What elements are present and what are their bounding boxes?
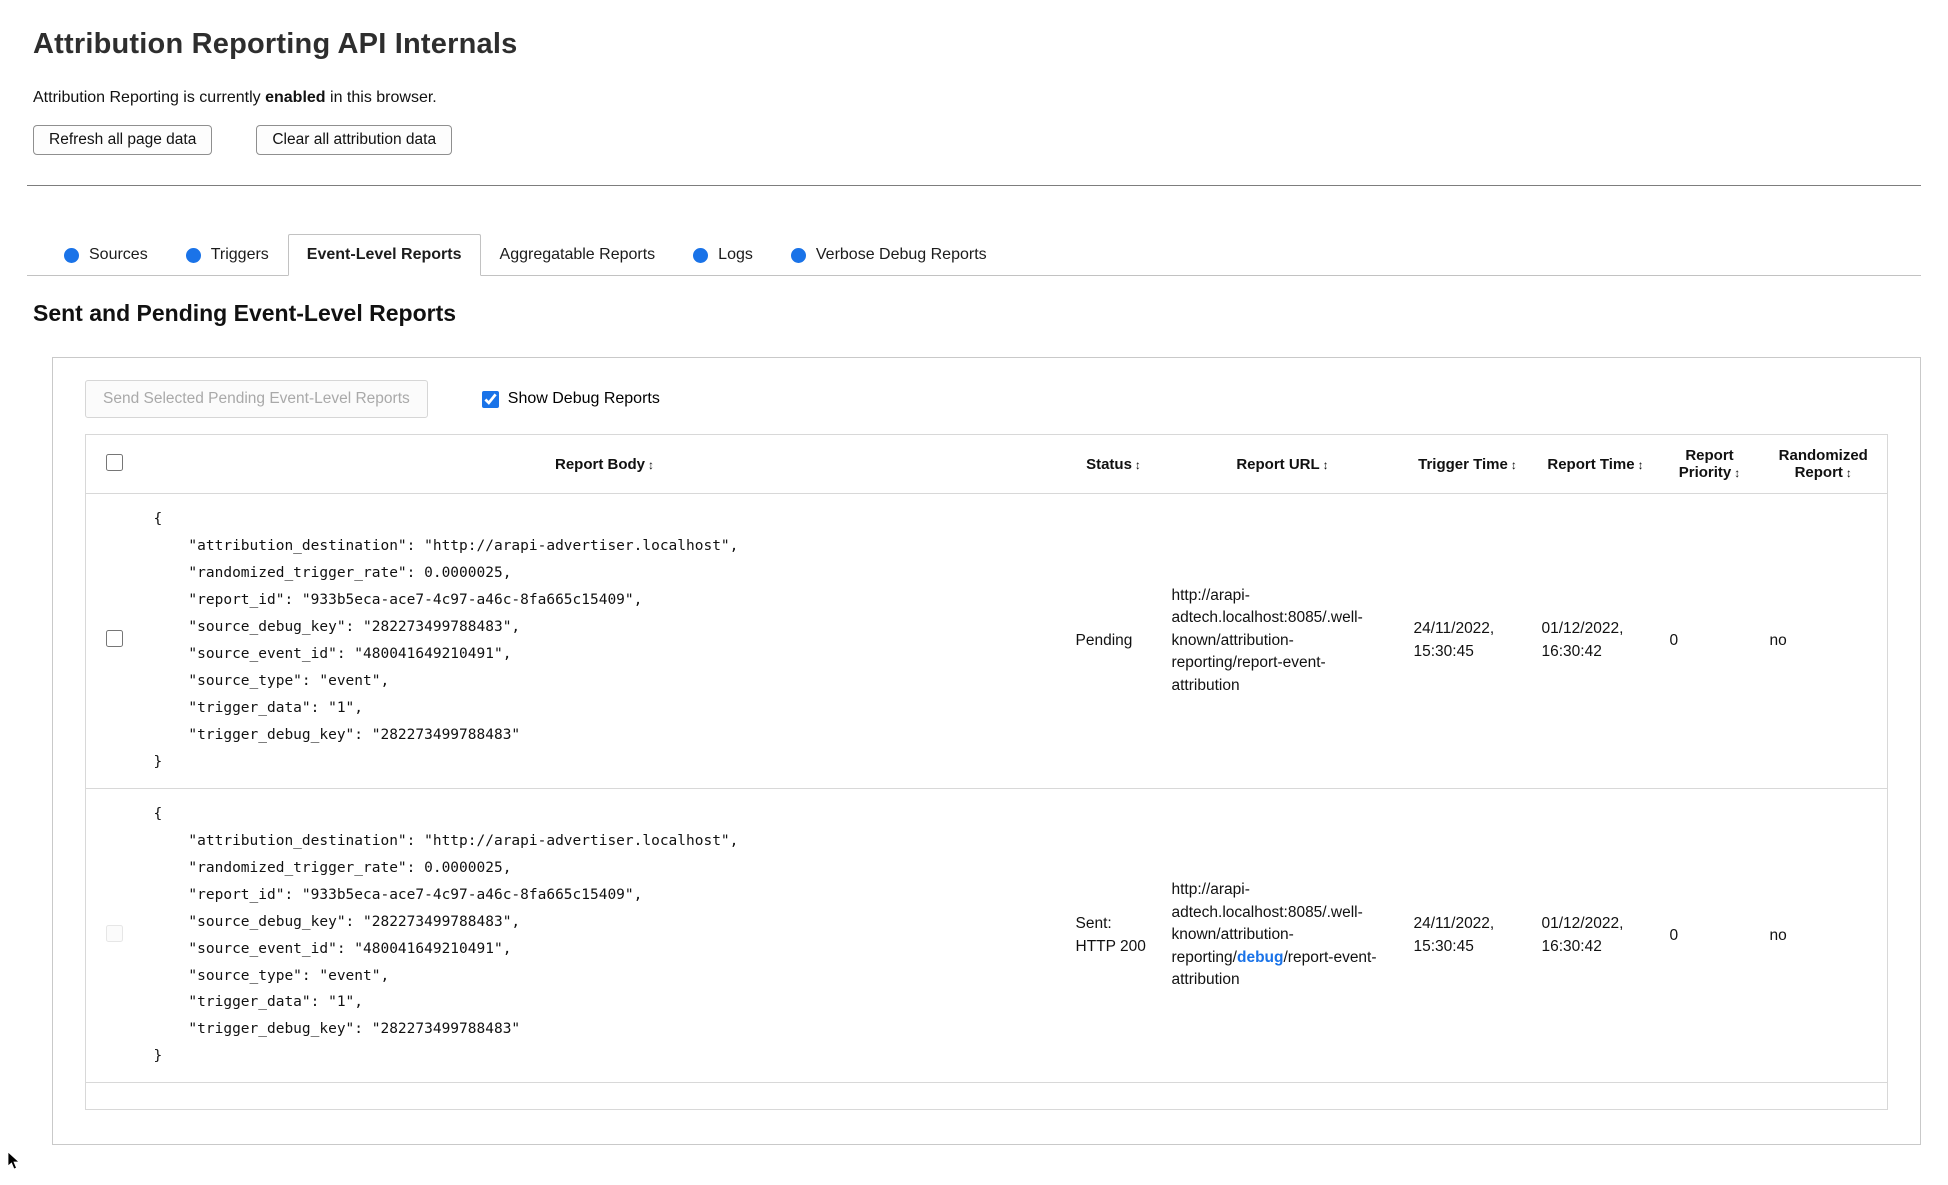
report-priority: 0 — [1659, 493, 1760, 789]
trigger-time: 24/11/2022, 15:30:45 — [1403, 493, 1532, 789]
sort-icon: ↕ — [1322, 457, 1329, 472]
report-body-cell: { "attribution_destination": "http://ara… — [143, 493, 1066, 789]
report-body-cell: { "attribution_destination": "http://ara… — [143, 788, 1066, 1084]
tab-event-level-reports[interactable]: Event-Level Reports — [287, 234, 481, 276]
report-priority: 0 — [1659, 788, 1760, 1084]
report-status: Pending — [1065, 493, 1162, 789]
status-prefix: Attribution Reporting is currently — [33, 89, 266, 106]
report-body-json: { "attribution_destination": "http://ara… — [153, 511, 739, 770]
report-url: http://arapi-adtech.localhost:8085/.well… — [1161, 493, 1404, 789]
col-header-report-body[interactable]: Report Body ↕ — [143, 434, 1066, 494]
attribution-internals-page: Attribution Reporting API Internals Attr… — [0, 0, 1948, 1185]
data-dot-icon — [185, 247, 201, 263]
data-dot-icon — [693, 247, 709, 263]
sort-icon: ↕ — [1637, 457, 1644, 472]
report-body-json: { "attribution_destination": "http://ara… — [153, 805, 739, 1065]
send-selected-button[interactable]: Send Selected Pending Event-Level Report… — [85, 380, 428, 418]
status-enabled-text: enabled — [265, 89, 326, 106]
select-all-header — [85, 434, 144, 494]
status-suffix: in this browser. — [325, 89, 437, 106]
col-header-randomized-report[interactable]: Randomized Report ↕ — [1759, 434, 1888, 494]
report-time: 01/12/2022, 16:30:42 — [1531, 493, 1660, 789]
show-debug-toggle[interactable]: Show Debug Reports — [481, 390, 660, 408]
tab-verbose-debug-reports[interactable]: Verbose Debug Reports — [772, 234, 1006, 276]
panel-toolbar: Send Selected Pending Event-Level Report… — [85, 380, 1888, 418]
randomized-report: no — [1759, 493, 1888, 789]
randomized-report: no — [1759, 788, 1888, 1084]
tab-logs[interactable]: Logs — [674, 234, 772, 276]
sort-icon: ↕ — [1734, 466, 1741, 480]
tab-label: Event-Level Reports — [306, 246, 462, 263]
col-header-report-url[interactable]: Report URL ↕ — [1161, 434, 1404, 494]
trigger-time: 24/11/2022, 15:30:45 — [1403, 788, 1532, 1084]
tab-label: Verbose Debug Reports — [815, 246, 987, 263]
attribution-status-text: Attribution Reporting is currently enabl… — [33, 89, 1921, 107]
reports-table: Report Body ↕ Status ↕ Report URL ↕ Trigger… — [85, 434, 1888, 1111]
page-toolbar: Refresh all page data Clear all attribut… — [33, 125, 1921, 155]
tab-triggers[interactable]: Triggers — [167, 234, 288, 276]
report-url: http://arapi-adtech.localhost:8085/.well… — [1161, 788, 1404, 1084]
data-dot-icon — [64, 247, 79, 263]
url-debug-highlight: debug — [1236, 948, 1284, 966]
tab-label: Logs — [718, 246, 753, 263]
row-checkbox-disabled — [106, 924, 124, 942]
section-heading: Sent and Pending Event-Level Reports — [33, 300, 457, 326]
report-status: Sent: HTTP 200 — [1065, 788, 1162, 1084]
sort-icon: ↕ — [1845, 466, 1852, 480]
row-select-cell — [85, 493, 144, 789]
page-title: Attribution Reporting API Internals — [33, 28, 518, 60]
table-footer-spacer — [86, 1083, 1888, 1110]
row-checkbox[interactable] — [106, 629, 124, 647]
table-header-row: Report Body ↕ Status ↕ Report URL ↕ Trigger… — [85, 434, 1888, 494]
report-row: { "attribution_destination": "http://ara… — [85, 493, 1888, 789]
clear-all-button[interactable]: Clear all attribution data — [256, 125, 453, 155]
reports-panel: Send Selected Pending Event-Level Report… — [52, 357, 1921, 1146]
tab-label: Sources — [89, 246, 148, 263]
sort-icon: ↕ — [1134, 457, 1141, 472]
show-debug-checkbox[interactable] — [481, 390, 499, 408]
col-header-report-time[interactable]: Report Time ↕ — [1531, 434, 1660, 494]
show-debug-label: Show Debug Reports — [507, 390, 660, 407]
row-select-cell — [85, 788, 144, 1084]
sort-icon: ↕ — [1510, 457, 1517, 472]
tab-bar: Sources Triggers Event-Level Reports Agg… — [27, 234, 1921, 276]
sort-icon: ↕ — [648, 457, 654, 472]
tab-aggregatable-reports[interactable]: Aggregatable Reports — [481, 234, 675, 276]
tab-sources[interactable]: Sources — [45, 234, 167, 276]
col-header-status[interactable]: Status ↕ — [1065, 434, 1162, 494]
report-row: { "attribution_destination": "http://ara… — [85, 788, 1888, 1084]
data-dot-icon — [790, 247, 806, 263]
select-all-checkbox[interactable] — [106, 453, 124, 471]
col-header-trigger-time[interactable]: Trigger Time ↕ — [1403, 434, 1532, 494]
report-time: 01/12/2022, 16:30:42 — [1531, 788, 1660, 1084]
tab-label: Triggers — [210, 246, 269, 263]
col-header-report-priority[interactable]: Report Priority ↕ — [1659, 434, 1760, 494]
refresh-all-button[interactable]: Refresh all page data — [33, 125, 213, 155]
tab-label: Aggregatable Reports — [499, 246, 656, 263]
divider — [27, 185, 1921, 186]
